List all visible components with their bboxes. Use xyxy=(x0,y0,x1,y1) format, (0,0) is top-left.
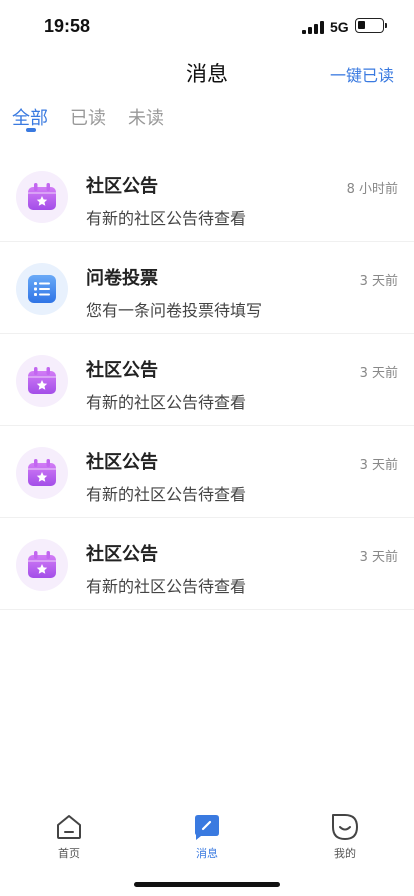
tabbar-item-home[interactable]: 首页 xyxy=(0,806,138,866)
message-time: 3 天前 xyxy=(359,458,398,473)
tabbar-label: 首页 xyxy=(58,847,80,860)
tabbar-label: 我的 xyxy=(334,847,356,860)
tabbar-item-profile[interactable]: 我的 xyxy=(276,806,414,866)
list-item[interactable]: 问卷投票 您有一条问卷投票待填写 3 天前 xyxy=(0,242,414,334)
announcement-calendar-icon xyxy=(16,539,68,591)
message-desc: 您有一条问卷投票待填写 xyxy=(86,301,263,320)
message-title: 社区公告 xyxy=(86,176,158,197)
signal-icon xyxy=(302,21,324,34)
tabbar-item-messages[interactable]: 消息 xyxy=(138,806,276,866)
list-item[interactable]: 社区公告 有新的社区公告待查看 3 天前 xyxy=(0,426,414,518)
list-item[interactable]: 社区公告 有新的社区公告待查看 8 小时前 xyxy=(0,150,414,242)
home-indicator xyxy=(134,882,280,887)
message-desc: 有新的社区公告待查看 xyxy=(86,485,247,504)
tabbar-label: 消息 xyxy=(196,847,218,860)
tab-read[interactable]: 已读 xyxy=(70,104,106,138)
list-item[interactable]: 社区公告 有新的社区公告待查看 3 天前 xyxy=(0,518,414,610)
profile-icon xyxy=(330,812,360,842)
tab-unread[interactable]: 未读 xyxy=(128,104,164,138)
announcement-calendar-icon xyxy=(16,171,68,223)
announcement-calendar-icon xyxy=(16,447,68,499)
message-time: 8 小时前 xyxy=(346,182,398,197)
message-desc: 有新的社区公告待查看 xyxy=(86,393,247,412)
survey-list-icon xyxy=(16,263,68,315)
message-time: 3 天前 xyxy=(359,550,398,565)
list-item[interactable]: 社区公告 有新的社区公告待查看 3 天前 xyxy=(0,334,414,426)
message-title: 问卷投票 xyxy=(86,268,158,289)
tab-indicator xyxy=(26,128,36,132)
status-time: 19:58 xyxy=(44,16,91,36)
message-title: 社区公告 xyxy=(86,360,158,381)
message-time: 3 天前 xyxy=(359,274,398,289)
message-desc: 有新的社区公告待查看 xyxy=(86,577,247,596)
status-bar: 19:58 5G xyxy=(0,0,414,54)
message-icon xyxy=(192,812,222,842)
message-time: 3 天前 xyxy=(359,366,398,381)
message-desc: 有新的社区公告待查看 xyxy=(86,209,247,228)
message-title: 社区公告 xyxy=(86,452,158,473)
message-list: 社区公告 有新的社区公告待查看 8 小时前 问卷投票 您有一条问卷投票待填写 3… xyxy=(0,150,414,610)
message-title: 社区公告 xyxy=(86,544,158,565)
network-label: 5G xyxy=(330,19,349,35)
home-icon xyxy=(54,812,84,842)
tab-all[interactable]: 全部 xyxy=(12,104,48,138)
bottom-tab-bar: 首页 消息 我的 xyxy=(0,806,414,866)
announcement-calendar-icon xyxy=(16,355,68,407)
mark-all-read-button[interactable]: 一键已读 xyxy=(330,62,394,86)
filter-tabs: 全部 已读 未读 xyxy=(12,104,186,138)
battery-icon xyxy=(355,18,387,33)
